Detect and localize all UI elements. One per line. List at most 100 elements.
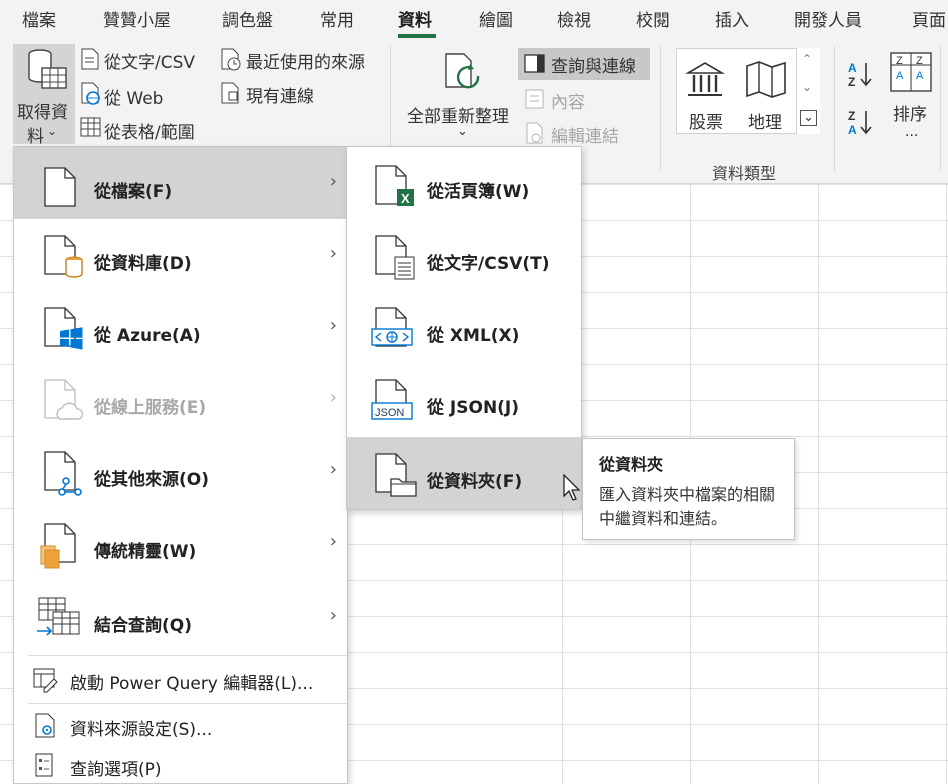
- menu-item-from-folder[interactable]: 從資料夾(F): [347, 437, 581, 509]
- chevron-down-icon: ⌄: [457, 124, 468, 139]
- other-sources-icon: [44, 451, 82, 496]
- chevron-up-icon[interactable]: ⌃: [802, 52, 812, 66]
- geography-map-icon: [746, 61, 786, 98]
- combine-queries-label: 結合查詢(Q): [94, 616, 192, 636]
- menu-separator: [28, 703, 347, 704]
- get-data-menu: 從檔案(F) › 從資料庫(D) › 從 Azure(A) › 從線上服務(E)…: [13, 146, 348, 784]
- menu-item-from-xml[interactable]: 從 XML(X): [347, 291, 581, 363]
- stocks-button[interactable]: 股票: [689, 108, 723, 133]
- recent-sources-icon: [221, 48, 241, 71]
- from-folder-label: 從資料夾(F): [427, 472, 523, 492]
- grid-column-line: [818, 184, 819, 784]
- ribbon-tab-bar: 檔案 贊贊小屋 調色盤 常用 資料 繪圖 檢視 校閱 插入 開發人員 頁面: [0, 0, 948, 38]
- legacy-wizard-icon: [40, 523, 76, 569]
- web-file-icon: [81, 82, 100, 105]
- tab-data[interactable]: 資料: [398, 6, 432, 31]
- from-table-button[interactable]: 從表格/範圍: [104, 118, 195, 143]
- menu-item-from-workbook[interactable]: X 從活頁簿(W): [347, 147, 581, 219]
- xml-icon: [371, 307, 413, 347]
- folder-file-icon: [375, 453, 417, 497]
- sort-az-icon: A Z: [848, 61, 872, 89]
- tab-review[interactable]: 校閱: [636, 6, 670, 31]
- svg-text:JSON: JSON: [375, 407, 404, 419]
- ribbon-separator: [940, 46, 941, 172]
- source-settings-icon: [35, 713, 55, 738]
- edit-links-button[interactable]: 編輯連結: [551, 122, 619, 147]
- gallery-more-icon[interactable]: ⌄: [800, 110, 817, 126]
- file-icon: [44, 167, 76, 207]
- ribbon-separator: [834, 46, 835, 172]
- query-options-icon: [35, 753, 53, 777]
- sort-button[interactable]: 排序: [893, 100, 927, 125]
- tooltip-title: 從資料夾: [599, 455, 664, 474]
- svg-text:X: X: [401, 191, 410, 206]
- power-query-editor-icon: [33, 668, 58, 693]
- tab-palette[interactable]: 調色盤: [222, 6, 273, 31]
- database-table-icon: [28, 49, 67, 89]
- from-azure-label: 從 Azure(A): [94, 326, 201, 346]
- stocks-bank-icon: [685, 62, 725, 96]
- svg-text:A: A: [916, 70, 924, 82]
- menu-separator: [28, 655, 347, 656]
- menu-item-from-json[interactable]: JSON 從 JSON(J): [347, 363, 581, 435]
- menu-item-from-other-sources[interactable]: 從其他來源(O) ›: [14, 435, 347, 507]
- from-web-button[interactable]: 從 Web: [104, 84, 163, 109]
- ribbon-separator: [660, 46, 661, 172]
- queries-pane-icon: [524, 54, 545, 73]
- chevron-right-icon: ›: [329, 387, 337, 408]
- refresh-all-icon: [445, 53, 480, 89]
- tab-page[interactable]: 頁面: [912, 6, 946, 31]
- tab-developer[interactable]: 開發人員: [794, 6, 862, 31]
- menu-item-from-database[interactable]: 從資料庫(D) ›: [14, 219, 347, 291]
- azure-windows-icon: [44, 307, 83, 350]
- properties-icon: [525, 89, 544, 109]
- menu-item-source-settings[interactable]: 資料來源設定(S)...: [14, 705, 347, 745]
- menu-item-legacy-wizards[interactable]: 傳統精靈(W) ›: [14, 507, 347, 579]
- from-text-csv-button[interactable]: 從文字/CSV: [104, 48, 195, 73]
- tab-file[interactable]: 檔案: [22, 6, 56, 31]
- cloud-file-icon: [44, 379, 84, 420]
- tab-home[interactable]: 常用: [320, 6, 354, 31]
- from-xml-label: 從 XML(X): [427, 326, 520, 346]
- file-database-icon: [44, 235, 83, 278]
- data-types-group-label: 資料類型: [712, 164, 777, 183]
- chevron-right-icon: ›: [329, 315, 337, 336]
- menu-item-launch-power-query[interactable]: 啟動 Power Query 編輯器(L)...: [14, 657, 347, 701]
- existing-connections-button[interactable]: 現有連線: [246, 82, 314, 107]
- properties-button[interactable]: 內容: [551, 88, 585, 113]
- tab-insert[interactable]: 插入: [715, 6, 749, 31]
- sort-dialog-icon: Z Z A A: [890, 52, 932, 92]
- svg-text:A: A: [848, 123, 857, 137]
- tab-view[interactable]: 檢視: [557, 6, 591, 31]
- legacy-wizards-label: 傳統精靈(W): [94, 542, 197, 562]
- chevron-right-icon: ›: [329, 605, 337, 626]
- query-options-label: 查詢選項(P): [70, 760, 162, 780]
- table-icon: [80, 117, 101, 137]
- svg-text:Z: Z: [848, 109, 855, 123]
- source-settings-label: 資料來源設定(S)...: [70, 720, 213, 740]
- menu-item-query-options[interactable]: 查詢選項(P): [14, 745, 347, 784]
- from-workbook-label: 從活頁簿(W): [427, 182, 530, 202]
- recent-sources-button[interactable]: 最近使用的來源: [246, 48, 365, 73]
- chevron-down-icon: ⌄: [47, 124, 58, 138]
- existing-connections-icon: [221, 82, 239, 104]
- queries-connections-label: 查詢與連線: [551, 57, 636, 77]
- tooltip-body: 匯入資料夾中檔案的相關中繼資料和連結。: [599, 485, 776, 528]
- menu-item-from-text-csv[interactable]: 從文字/CSV(T): [347, 219, 581, 291]
- chevron-down-icon[interactable]: ⌄: [802, 80, 812, 94]
- get-data-label-2: 料: [27, 127, 44, 147]
- from-database-label: 從資料庫(D): [94, 254, 192, 274]
- from-other-label: 從其他來源(O): [94, 470, 209, 490]
- grid-column-line: [946, 184, 947, 784]
- excel-workbook-icon: X: [375, 165, 414, 206]
- from-file-label: 從檔案(F): [94, 182, 173, 202]
- menu-item-combine-queries[interactable]: 結合查詢(Q) ›: [14, 579, 347, 655]
- geography-button[interactable]: 地理: [748, 108, 782, 133]
- menu-item-from-azure[interactable]: 從 Azure(A) ›: [14, 291, 347, 363]
- svg-text:Z: Z: [916, 55, 923, 67]
- menu-item-from-file[interactable]: 從檔案(F) ›: [14, 147, 347, 219]
- chevron-right-icon: ›: [329, 243, 337, 264]
- menu-item-from-online-services[interactable]: 從線上服務(E) ›: [14, 363, 347, 435]
- tab-draw[interactable]: 繪圖: [479, 6, 513, 31]
- tab-custom[interactable]: 贊贊小屋: [103, 6, 171, 31]
